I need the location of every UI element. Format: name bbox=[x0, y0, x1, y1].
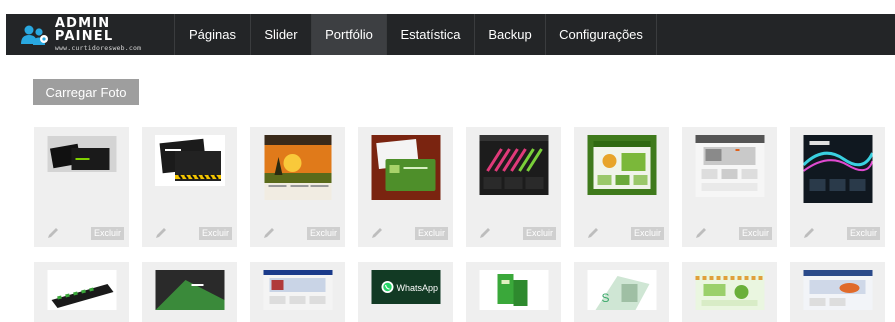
portfolio-card: Excluir bbox=[142, 127, 237, 247]
pencil-icon[interactable] bbox=[262, 226, 276, 240]
portfolio-card: Excluir bbox=[574, 127, 669, 247]
nav-slider[interactable]: Slider bbox=[250, 14, 311, 55]
delete-button[interactable]: Excluir bbox=[630, 227, 664, 240]
brand-logo[interactable]: ADMIN PAINEL www.curtidoresweb.com bbox=[6, 14, 174, 55]
nav-estatistica[interactable]: Estatística bbox=[386, 14, 474, 55]
portfolio-thumbnail[interactable] bbox=[479, 270, 548, 310]
nav-configuracoes[interactable]: Configurações bbox=[545, 14, 656, 55]
main-navbar: ADMIN PAINEL www.curtidoresweb.com Págin… bbox=[6, 14, 895, 55]
whatsapp-label: WhatsApp bbox=[396, 283, 438, 293]
portfolio-card: Excluir bbox=[34, 127, 129, 247]
pencil-icon[interactable] bbox=[478, 226, 492, 240]
pencil-icon[interactable] bbox=[802, 226, 816, 240]
portfolio-card bbox=[790, 262, 885, 322]
portfolio-card: Excluir bbox=[682, 127, 777, 247]
portfolio-thumbnail[interactable] bbox=[695, 135, 764, 197]
portfolio-thumbnail[interactable] bbox=[371, 135, 440, 200]
portfolio-card: Excluir bbox=[790, 127, 885, 247]
portfolio-thumbnail[interactable] bbox=[47, 136, 116, 172]
portfolio-card: Excluir bbox=[358, 127, 453, 247]
portfolio-thumbnail[interactable]: S bbox=[587, 270, 656, 310]
svg-text:S: S bbox=[601, 291, 609, 305]
delete-button[interactable]: Excluir bbox=[198, 227, 232, 240]
pencil-icon[interactable] bbox=[46, 226, 60, 240]
delete-button[interactable]: Excluir bbox=[90, 227, 124, 240]
portfolio-card: Excluir bbox=[250, 127, 345, 247]
delete-button[interactable]: Excluir bbox=[738, 227, 772, 240]
pencil-icon[interactable] bbox=[154, 226, 168, 240]
pencil-icon[interactable] bbox=[586, 226, 600, 240]
portfolio-card bbox=[466, 262, 561, 322]
portfolio-thumbnail[interactable] bbox=[803, 135, 872, 203]
brand-subtitle: www.curtidoresweb.com bbox=[54, 44, 142, 53]
portfolio-thumbnail[interactable] bbox=[154, 135, 225, 186]
delete-button[interactable]: Excluir bbox=[306, 227, 340, 240]
brand-title: ADMIN PAINEL bbox=[54, 16, 114, 45]
portfolio-thumbnail[interactable] bbox=[587, 135, 656, 195]
portfolio-card: Excluir bbox=[466, 127, 561, 247]
portfolio-card bbox=[142, 262, 237, 322]
admin-users-icon bbox=[20, 23, 50, 47]
portfolio-thumbnail[interactable]: WhatsApp bbox=[371, 270, 440, 304]
delete-button[interactable]: Excluir bbox=[846, 227, 880, 240]
portfolio-thumbnail[interactable] bbox=[263, 270, 332, 310]
portfolio-thumbnail[interactable] bbox=[155, 270, 224, 310]
portfolio-card bbox=[34, 262, 129, 322]
pencil-icon[interactable] bbox=[694, 226, 708, 240]
upload-photo-button[interactable]: Carregar Foto bbox=[33, 79, 139, 105]
nav-backup[interactable]: Backup bbox=[474, 14, 545, 55]
delete-button[interactable]: Excluir bbox=[522, 227, 556, 240]
nav-filler bbox=[656, 14, 895, 55]
top-margin bbox=[0, 0, 895, 14]
portfolio-card bbox=[250, 262, 345, 322]
portfolio-card bbox=[682, 262, 777, 322]
nav-portfolio[interactable]: Portfólio bbox=[311, 14, 386, 55]
portfolio-thumbnail[interactable] bbox=[47, 270, 116, 310]
portfolio-card: S bbox=[574, 262, 669, 322]
nav-paginas[interactable]: Páginas bbox=[174, 14, 250, 55]
delete-button[interactable]: Excluir bbox=[414, 227, 448, 240]
portfolio-thumbnail[interactable] bbox=[803, 270, 872, 310]
portfolio-card: WhatsApp bbox=[358, 262, 453, 322]
portfolio-thumbnail[interactable] bbox=[264, 135, 331, 200]
pencil-icon[interactable] bbox=[370, 226, 384, 240]
portfolio-thumbnail[interactable] bbox=[695, 270, 764, 310]
portfolio-thumbnail[interactable] bbox=[479, 135, 548, 195]
